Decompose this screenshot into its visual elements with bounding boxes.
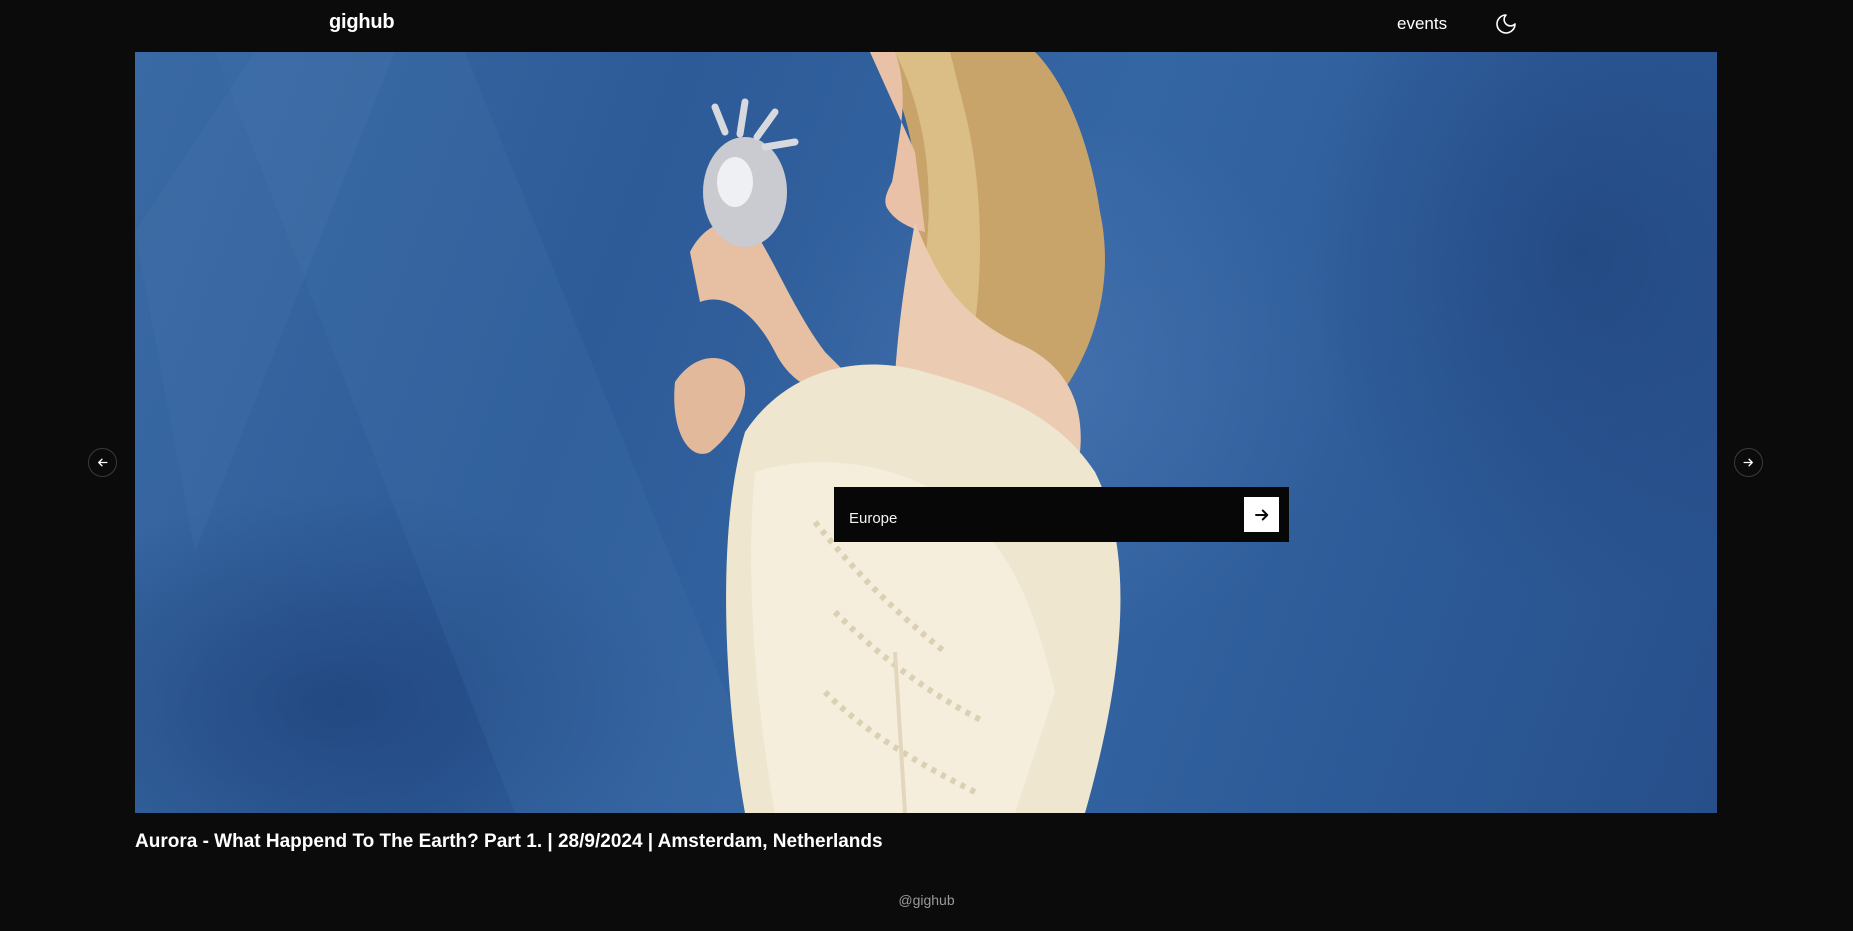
location-search-input[interactable]: Europe [849,510,897,527]
moon-icon [1496,14,1516,34]
event-caption[interactable]: Aurora - What Happend To The Earth? Part… [135,831,883,853]
event-carousel-slide[interactable]: Europe [135,52,1717,813]
arrow-left-icon [98,458,108,467]
top-navbar: gighub events [0,0,1853,52]
arrow-right-icon [1743,458,1753,467]
theme-toggle-button[interactable] [1494,12,1518,36]
arrow-right-icon [1254,509,1268,520]
footer-handle: @gighub [898,892,955,908]
location-search-bar: Europe [834,487,1289,542]
site-logo[interactable]: gighub [329,11,395,34]
search-submit-button[interactable] [1244,497,1279,532]
event-photo [135,52,1121,813]
carousel-prev-button[interactable] [88,448,117,477]
nav-link-events[interactable]: events [1397,14,1447,34]
carousel-next-button[interactable] [1734,448,1763,477]
